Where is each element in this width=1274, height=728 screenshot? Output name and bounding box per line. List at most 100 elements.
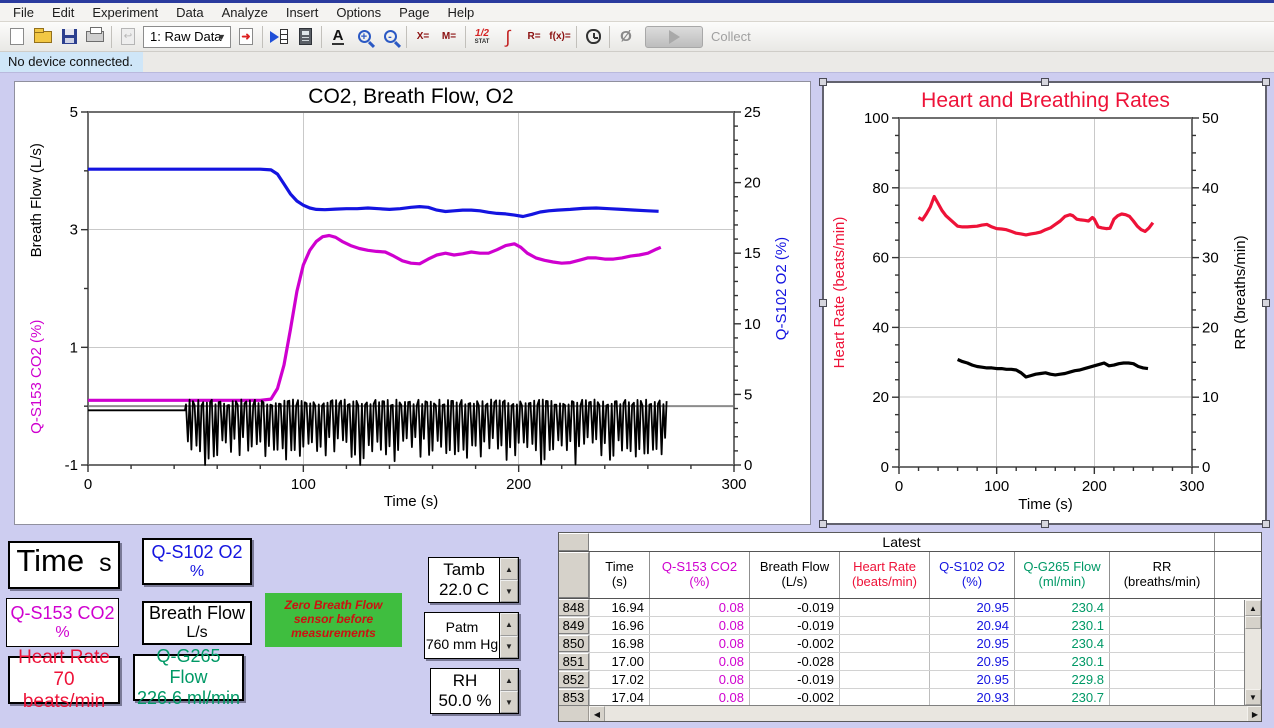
chart-heart-breathing-rates[interactable]: 020406080100Heart Rate (beats/min)010203… <box>822 81 1267 525</box>
menu-help[interactable]: Help <box>439 4 484 21</box>
toolbar: ↩1: Raw Data▼➜ A +- X= M= 1/2STAT∫R=f(x)= ØCol… <box>0 22 1274 52</box>
column-header-breath-flow[interactable]: Breath Flow(L/s) <box>749 552 839 598</box>
collect-button[interactable]: Collect <box>645 25 751 49</box>
column-header-q-s102-o2[interactable]: Q-S102 O2(%) <box>929 552 1014 598</box>
print-button[interactable] <box>82 24 108 50</box>
column-header-q-s153-co2[interactable]: Q-S153 CO2(%) <box>649 552 749 598</box>
patm-value: 760 mm Hg <box>426 636 498 653</box>
meter-heart-label: Heart Rate <box>18 647 110 669</box>
curve-fit-button[interactable]: f(x)= <box>547 24 573 50</box>
meter-heart[interactable]: Heart Rate70 beats/min <box>8 656 120 704</box>
meter-o2-value: % <box>190 563 204 581</box>
integral-button[interactable]: ∫ <box>495 24 521 50</box>
data-table-button[interactable] <box>266 24 292 50</box>
selection-handle[interactable] <box>1041 520 1049 528</box>
tamb-decrement-button[interactable]: ▼ <box>500 580 518 602</box>
rh-label: RH <box>453 671 478 691</box>
svg-text:0: 0 <box>895 478 903 495</box>
table-cell <box>839 617 929 634</box>
data-table[interactable]: LatestTime(s)Q-S153 CO2(%)Breath Flow(L/… <box>558 532 1262 722</box>
selection-handle[interactable] <box>819 520 827 528</box>
tamb-value: 22.0 C <box>439 580 489 600</box>
table-row[interactable]: 85117.000.08-0.02820.95230.1 <box>559 653 1261 671</box>
menu-analyze[interactable]: Analyze <box>213 4 277 21</box>
data-collection-button[interactable] <box>580 24 606 50</box>
vertical-scroll-thumb[interactable] <box>1245 616 1261 629</box>
menu-file[interactable]: File <box>4 4 43 21</box>
scroll-left-icon[interactable]: ◀ <box>589 706 605 722</box>
table-cell: 230.1 <box>1014 653 1109 670</box>
tamb-increment-button[interactable]: ▲ <box>500 558 518 580</box>
chevron-down-icon: ▼ <box>217 32 226 42</box>
table-cell <box>1109 653 1214 670</box>
patm-increment-button[interactable]: ▲ <box>500 613 518 636</box>
column-header-rr[interactable]: RR(breaths/min) <box>1109 552 1214 598</box>
zoom-out-button[interactable]: - <box>377 24 403 50</box>
scroll-right-icon[interactable]: ▶ <box>1247 706 1262 722</box>
menu-options[interactable]: Options <box>327 4 390 21</box>
table-row[interactable]: 84916.960.08-0.01920.94230.1 <box>559 617 1261 635</box>
meter-g265[interactable]: Q-G265 Flow226.6 ml/min <box>133 654 244 701</box>
save-button[interactable] <box>56 24 82 50</box>
selection-handle[interactable] <box>819 78 827 86</box>
statistics-button[interactable]: 1/2STAT <box>469 24 495 50</box>
column-header-time[interactable]: Time(s) <box>589 552 649 598</box>
scroll-up-icon[interactable]: ▲ <box>1245 600 1261 616</box>
page-selector-dropdown[interactable]: 1: Raw Data▼ <box>143 26 231 48</box>
menu-page[interactable]: Page <box>390 4 438 21</box>
autoscale-icon: A <box>332 28 345 45</box>
table-row[interactable]: 85217.020.08-0.01920.95229.8 <box>559 671 1261 689</box>
table-cell <box>1109 599 1214 616</box>
meter-co2[interactable]: Q-S153 CO2% <box>6 598 119 647</box>
meter-g265-label: Q-G265 Flow <box>135 646 242 687</box>
meter-time[interactable]: Times <box>8 541 120 589</box>
zero-button[interactable]: Ø <box>613 24 639 50</box>
rh-decrement-button[interactable]: ▼ <box>500 691 518 713</box>
examine-button[interactable]: X= <box>410 24 436 50</box>
tangent-icon: M= <box>442 32 456 42</box>
selection-handle[interactable] <box>1041 78 1049 86</box>
patm-decrement-button[interactable]: ▼ <box>500 636 518 659</box>
table-vertical-scrollbar[interactable]: ▲▼ <box>1244 600 1261 705</box>
column-header-heart-rate[interactable]: Heart Rate(beats/min) <box>839 552 929 598</box>
vertical-scroll-track[interactable] <box>1245 629 1261 689</box>
svg-text:40: 40 <box>872 319 889 336</box>
table-horizontal-scrollbar[interactable]: ◀▶ <box>559 705 1262 721</box>
meter-breath[interactable]: Breath FlowL/s <box>142 601 252 645</box>
meter-o2[interactable]: Q-S102 O2% <box>142 538 252 585</box>
zoom-out-icon: - <box>384 30 397 43</box>
next-page-button[interactable]: ➜ <box>233 24 259 50</box>
selection-handle[interactable] <box>1262 78 1270 86</box>
calculator-button[interactable] <box>292 24 318 50</box>
examine-icon: X= <box>417 32 430 42</box>
zoom-in-button[interactable]: + <box>351 24 377 50</box>
open-file-button[interactable] <box>30 24 56 50</box>
scroll-down-icon[interactable]: ▼ <box>1245 689 1261 705</box>
table-cell: 20.93 <box>929 689 1014 706</box>
curve-fit-icon: f(x)= <box>549 32 570 42</box>
menu-data[interactable]: Data <box>167 4 212 21</box>
svg-text:20: 20 <box>872 389 889 406</box>
linear-fit-button[interactable]: R= <box>521 24 547 50</box>
menu-edit[interactable]: Edit <box>43 4 83 21</box>
tangent-button[interactable]: M= <box>436 24 462 50</box>
table-cell: 0.08 <box>649 617 749 634</box>
previous-page-button[interactable]: ↩ <box>115 24 141 50</box>
selection-handle[interactable] <box>1262 520 1270 528</box>
autoscale-button[interactable]: A <box>325 24 351 50</box>
column-header-q-g265-flow[interactable]: Q-G265 Flow(ml/min) <box>1014 552 1109 598</box>
svg-text:0: 0 <box>1202 459 1210 476</box>
save-floppy-icon <box>62 29 77 44</box>
table-row[interactable]: 84816.940.08-0.01920.95230.4 <box>559 599 1261 617</box>
new-document-icon <box>10 28 24 45</box>
selection-handle[interactable] <box>819 299 827 307</box>
new-file-button[interactable] <box>4 24 30 50</box>
horizontal-scroll-track[interactable] <box>605 706 1247 721</box>
rh-increment-button[interactable]: ▲ <box>500 669 518 691</box>
selection-handle[interactable] <box>1262 299 1270 307</box>
chart-co2-breathflow-o2[interactable]: -1135Breath Flow (L/s)Q-S153 CO2 (%)0510… <box>14 81 811 525</box>
menu-insert[interactable]: Insert <box>277 4 328 21</box>
table-row[interactable]: 85016.980.08-0.00220.95230.4 <box>559 635 1261 653</box>
menu-experiment[interactable]: Experiment <box>83 4 167 21</box>
svg-text:Time (s): Time (s) <box>1018 496 1072 513</box>
